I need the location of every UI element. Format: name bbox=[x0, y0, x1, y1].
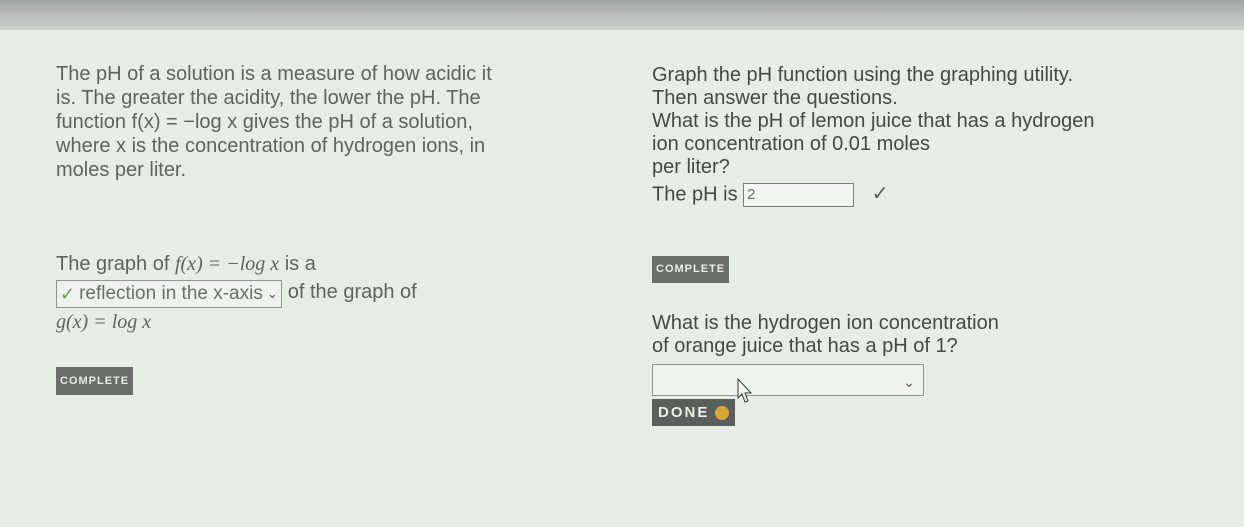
right-column: Graph the pH function using the graphing… bbox=[652, 64, 1222, 426]
ph-prefix: The pH is bbox=[652, 183, 744, 206]
left-column: The pH of a solution is a measure of how… bbox=[56, 62, 616, 395]
right-intro: Graph the pH function using the graphing… bbox=[652, 64, 1222, 110]
check-icon: ✓ bbox=[60, 284, 76, 304]
chevron-down-icon: ⌄ bbox=[266, 286, 278, 301]
ph-answer-row: The pH is 2 ✓ bbox=[652, 183, 1222, 207]
complete-badge-right: COMPLETE bbox=[652, 256, 730, 283]
q1-line-2: ion concentration of 0.01 moles bbox=[652, 133, 930, 155]
done-label: DONE bbox=[658, 404, 710, 421]
correct-check-icon: ✓ bbox=[871, 183, 889, 206]
question-2: What is the hydrogen ion concentration o… bbox=[652, 312, 1212, 358]
intro-line-1: The pH of a solution is a measure of how… bbox=[56, 63, 492, 85]
after-select-text: of the graph of bbox=[287, 281, 417, 303]
intro-line-5: moles per liter. bbox=[56, 159, 187, 181]
done-button[interactable]: DONE bbox=[652, 399, 736, 426]
intro-line-3: function f(x) = −log x gives the pH of a… bbox=[56, 111, 473, 133]
intro-line-4: where x is the concentration of hydrogen… bbox=[56, 135, 486, 157]
transformation-selected-value: reflection in the x-axis bbox=[79, 283, 263, 304]
q2-line-1: What is the hydrogen ion concentration bbox=[652, 312, 999, 334]
graph-question-line: The graph of f(x) = −log x is a bbox=[56, 252, 616, 276]
transformation-row: ✓ reflection in the x-axis ⌄ of the grap… bbox=[56, 276, 616, 308]
g-function: g(x) = log x bbox=[56, 311, 152, 333]
graph-question: The graph of f(x) = −log x is a ✓ reflec… bbox=[56, 252, 616, 334]
left-intro-paragraph: The pH of a solution is a measure of how… bbox=[56, 62, 616, 182]
right-intro-line-2: Then answer the questions. bbox=[652, 87, 898, 109]
graph-suffix: is a bbox=[279, 253, 316, 275]
right-intro-line-1: Graph the pH function using the graphing… bbox=[652, 64, 1073, 86]
q2-line-2: of orange juice that has a pH of 1? bbox=[652, 335, 958, 357]
graph-prefix: The graph of bbox=[56, 253, 175, 275]
complete-badge-left: COMPLETE bbox=[56, 367, 134, 395]
intro-line-2: is. The greater the acidity, the lower t… bbox=[56, 87, 481, 109]
chevron-down-icon: ⌄ bbox=[903, 374, 915, 390]
transformation-select[interactable]: ✓ reflection in the x-axis ⌄ bbox=[56, 280, 282, 308]
graph-function: f(x) = −log x bbox=[174, 253, 280, 275]
ph-input[interactable]: 2 bbox=[743, 183, 855, 207]
concentration-dropdown[interactable]: ⌄ bbox=[652, 364, 924, 396]
question-1: What is the pH of lemon juice that has a… bbox=[652, 110, 1222, 179]
mouse-cursor-icon bbox=[737, 378, 752, 403]
done-status-icon bbox=[715, 405, 730, 420]
q1-line-3: per liter? bbox=[652, 156, 730, 178]
q1-line-1: What is the pH of lemon juice that has a… bbox=[652, 110, 1095, 132]
